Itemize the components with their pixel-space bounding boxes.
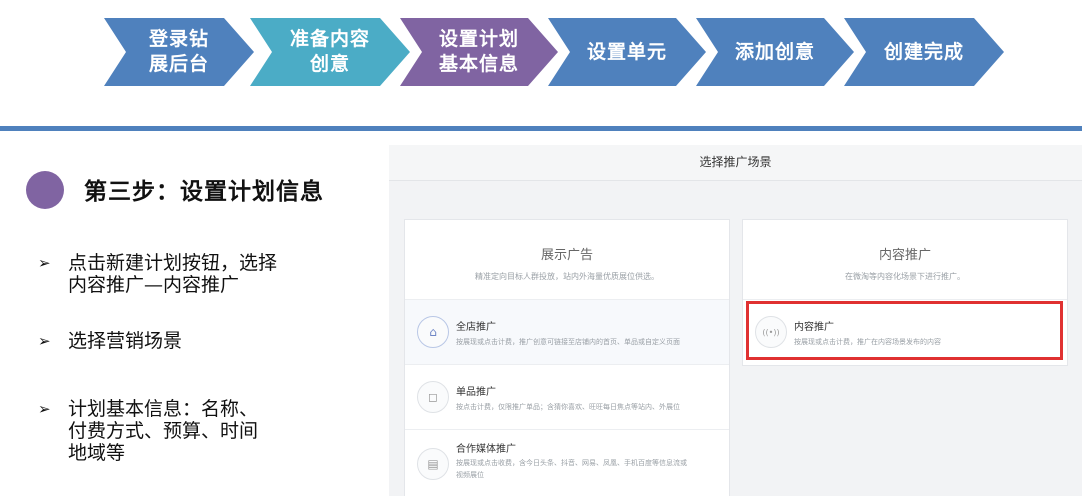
flow-step-complete: 创建完成: [844, 18, 1004, 86]
display-ads-card: 展示广告 精准定向目标人群投放，站内外海量优质展位供选。 ⌂ 全店推广 按展现或…: [404, 219, 730, 496]
bullet-item: ➢ 点击新建计划按钮，选择 内容推广—内容推广: [38, 252, 277, 296]
option-single-item-promotion[interactable]: ◻ 单品推广 按点击计费，仅限推广单品；含猜你喜欢、旺旺每日焦点等站内、外展位: [405, 364, 729, 429]
process-flow: 登录钻 展后台 准备内容 创意 设置计划 基本信息 设置单元 添加创意 创建完成: [0, 0, 1082, 100]
flow-step-login: 登录钻 展后台: [104, 18, 254, 86]
bullet-text: 点击新建计划按钮，选择 内容推广—内容推广: [68, 252, 278, 296]
flow-step-plan-info: 设置计划 基本信息: [400, 18, 558, 86]
card-subtitle: 在微淘等内容化场景下进行推广。: [845, 272, 965, 281]
card-header: 展示广告 精准定向目标人群投放，站内外海量优质展位供选。: [405, 244, 729, 282]
option-store-promotion[interactable]: ⌂ 全店推广 按展现或点击计费，推广创意可链接至店铺内的首页、单品或自定义页面: [405, 299, 729, 364]
flow-step-label: 设置单元: [586, 40, 667, 63]
flow-step-label: 登录钻 展后台: [148, 28, 209, 75]
store-icon: ⌂: [417, 316, 449, 348]
flow-step-label: 创建完成: [883, 40, 964, 63]
option-desc: 按展现或点击收费，含今日头条、抖音、网易、凤凰、手机百度等信息流或 视频展位: [456, 459, 687, 479]
calendar-icon: ▤: [417, 448, 449, 480]
arrow-bullet-icon: ➢: [38, 254, 51, 272]
flow-step-label: 添加创意: [734, 40, 815, 63]
flow-step-label: 设置计划 基本信息: [438, 28, 519, 75]
option-title: 全店推广: [456, 322, 496, 333]
option-desc: 按点击计费，仅限推广单品；含猜你喜欢、旺旺每日焦点等站内、外展位: [456, 403, 680, 411]
section-heading: 第三步：设置计划信息: [84, 178, 324, 205]
option-title: 单品推广: [456, 387, 496, 398]
panel-title: 选择推广场景: [389, 145, 1082, 181]
bullet-circle-icon: [26, 171, 64, 209]
bullet-item: ➢ 计划基本信息：名称、 付费方式、预算、时间 地域等: [38, 398, 258, 464]
card-subtitle: 精准定向目标人群投放，站内外海量优质展位供选。: [475, 272, 659, 281]
bullet-item: ➢ 选择营销场景: [38, 330, 182, 352]
highlight-box: [746, 301, 1063, 360]
card-title: 内容推广: [878, 248, 931, 263]
option-title: 合作媒体推广: [456, 444, 516, 455]
arrow-bullet-icon: ➢: [38, 332, 51, 350]
bullet-text: 选择营销场景: [68, 330, 183, 352]
flow-step-label: 准备内容 创意: [289, 28, 370, 75]
arrow-bullet-icon: ➢: [38, 400, 51, 418]
bullet-text: 计划基本信息：名称、 付费方式、预算、时间 地域等: [68, 398, 259, 464]
flow-step-unit: 设置单元: [548, 18, 706, 86]
bag-icon: ◻: [417, 381, 449, 413]
divider-rule: [0, 126, 1082, 131]
option-desc: 按展现或点击计费，推广创意可链接至店铺内的首页、单品或自定义页面: [456, 338, 680, 346]
card-title: 展示广告: [540, 248, 593, 263]
flow-step-creative: 添加创意: [696, 18, 854, 86]
option-partner-media-promotion[interactable]: ▤ 合作媒体推广 按展现或点击收费，含今日头条、抖音、网易、凤凰、手机百度等信息…: [405, 429, 729, 496]
card-header: 内容推广 在微淘等内容化场景下进行推广。: [743, 244, 1067, 282]
flow-step-prepare: 准备内容 创意: [250, 18, 410, 86]
